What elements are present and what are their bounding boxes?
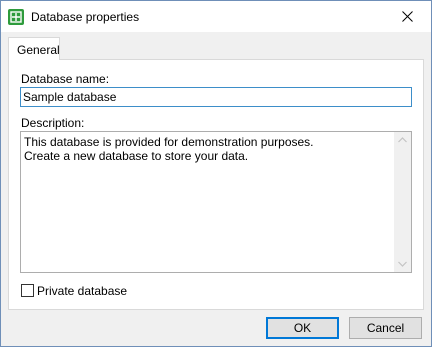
tab-general-label: General: [17, 43, 60, 57]
database-app-icon: [8, 9, 24, 25]
cancel-button[interactable]: Cancel: [349, 317, 422, 339]
title-bar[interactable]: Database properties: [1, 1, 431, 32]
private-database-label[interactable]: Private database: [37, 284, 127, 298]
scroll-up-arrow-icon[interactable]: [398, 137, 407, 143]
ok-button[interactable]: OK: [266, 317, 339, 339]
close-button[interactable]: [385, 1, 431, 32]
database-name-label: Database name:: [21, 72, 110, 86]
description-label: Description:: [21, 116, 85, 130]
description-textarea[interactable]: This database is provided for demonstrat…: [20, 131, 412, 273]
description-text: This database is provided for demonstrat…: [24, 135, 314, 163]
database-name-input[interactable]: [20, 87, 412, 107]
private-database-checkbox[interactable]: [21, 284, 34, 297]
scroll-down-arrow-icon[interactable]: [398, 261, 407, 267]
description-scrollbar[interactable]: [394, 132, 411, 272]
tab-general[interactable]: General: [8, 37, 60, 60]
window-title: Database properties: [31, 10, 140, 24]
close-icon: [402, 11, 413, 22]
